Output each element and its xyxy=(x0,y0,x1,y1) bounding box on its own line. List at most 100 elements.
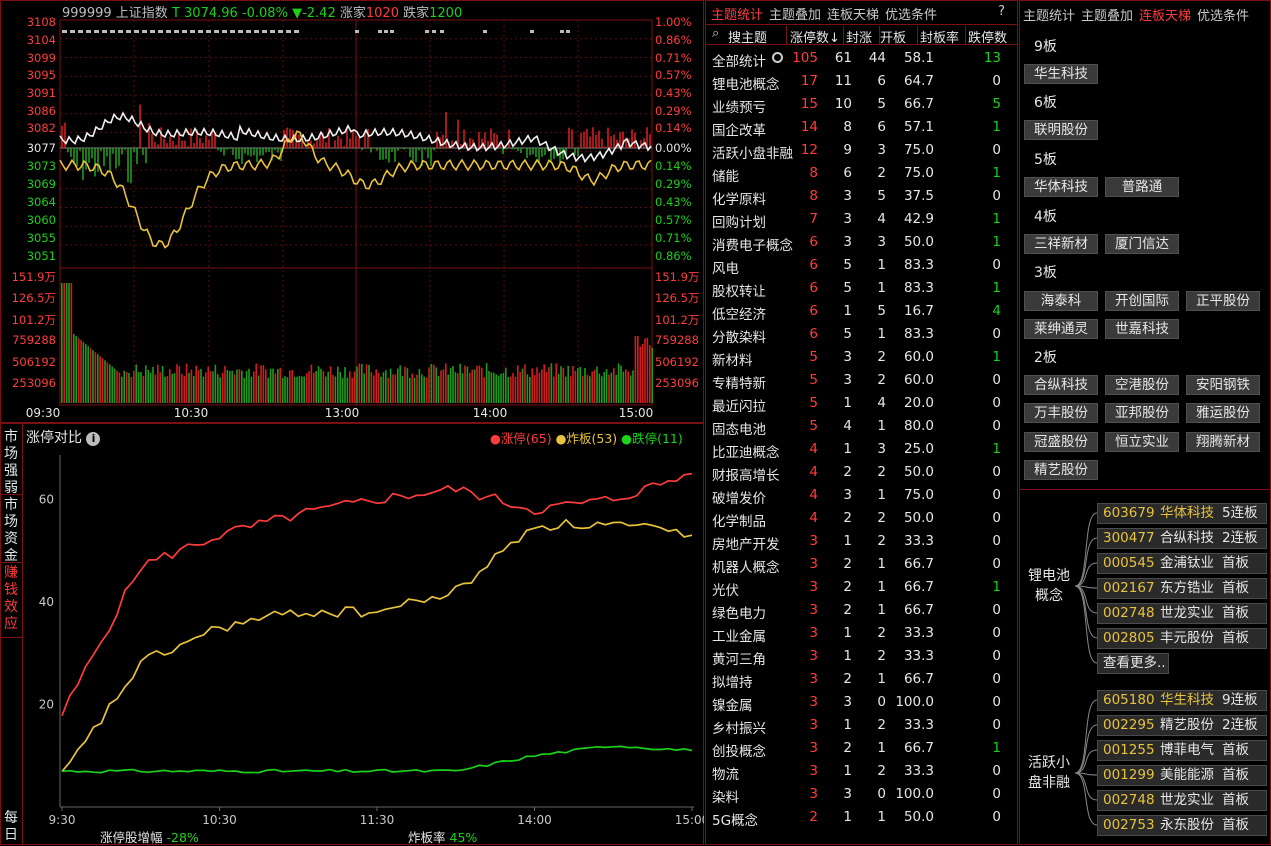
table-row[interactable]: 工业金属31233.30 xyxy=(706,622,1016,645)
table-row[interactable]: 乡村振兴31233.30 xyxy=(706,714,1016,737)
table-row[interactable]: 最近闪拉51420.00 xyxy=(706,392,1016,415)
row-cell-2: 2 xyxy=(877,510,886,526)
tree-stock-tree2[interactable]: 605180华生科技9连板 xyxy=(1097,690,1267,711)
ladder-stock-button[interactable]: 华体科技 xyxy=(1024,177,1098,197)
table-row[interactable]: 机器人概念32166.70 xyxy=(706,553,1016,576)
ladder-stock-button[interactable]: 联明股份 xyxy=(1024,120,1098,140)
volume-bar xyxy=(481,368,483,403)
ladder-stock-button[interactable]: 华生科技 xyxy=(1024,64,1098,84)
ladder-stock-button[interactable]: 厦门信达 xyxy=(1105,234,1179,254)
ladder-stock-button[interactable]: 安阳钢铁 xyxy=(1186,375,1260,395)
table-row[interactable]: 储能86275.01 xyxy=(706,162,1016,185)
mid-tab-1[interactable]: 主题叠加 xyxy=(769,8,821,23)
mid-tab-0[interactable]: 主题统计 xyxy=(711,8,763,23)
volume-bar xyxy=(119,372,121,403)
table-row[interactable]: 房地产开发31233.30 xyxy=(706,530,1016,553)
ladder-stock-button[interactable]: 万丰股份 xyxy=(1024,403,1098,423)
table-row[interactable]: 破增发价43175.00 xyxy=(706,484,1016,507)
ladder-stock-button[interactable]: 世嘉科技 xyxy=(1105,319,1179,339)
table-row[interactable]: 分散染料65183.30 xyxy=(706,323,1016,346)
table-row[interactable]: 新材料53260.01 xyxy=(706,346,1016,369)
tree-stock-tree1[interactable]: 002748世龙实业首板 xyxy=(1097,603,1267,624)
table-row[interactable]: 回购计划73442.91 xyxy=(706,208,1016,231)
search-theme[interactable]: 搜主题 xyxy=(728,27,767,46)
col-header-1[interactable]: 封涨 xyxy=(846,27,872,46)
table-row[interactable]: 镍金属330100.00 xyxy=(706,691,1016,714)
volume-bar xyxy=(313,373,315,403)
side-nav-item[interactable]: 市场强弱 xyxy=(0,427,22,495)
ladder-stock-button[interactable]: 冠盛股份 xyxy=(1024,432,1098,452)
table-row[interactable]: 拟增持32166.70 xyxy=(706,668,1016,691)
table-row[interactable]: 染料330100.00 xyxy=(706,783,1016,806)
ladder-stock-button[interactable]: 莱绅通灵 xyxy=(1024,319,1098,339)
table-row[interactable]: 5G概念21150.00 xyxy=(706,806,1016,829)
ladder-stock-button[interactable]: 普路通 xyxy=(1105,177,1179,197)
table-row[interactable]: 黄河三角31233.30 xyxy=(706,645,1016,668)
side-nav-item[interactable]: 赚钱效应 xyxy=(0,563,22,638)
tree-stock-tree1[interactable]: 002167东方锆业首板 xyxy=(1097,578,1267,599)
table-row[interactable]: 固态电池54180.00 xyxy=(706,415,1016,438)
table-row[interactable]: 化学制品42250.00 xyxy=(706,507,1016,530)
mid-tab-4[interactable]: ? xyxy=(998,4,1005,19)
volume-bar xyxy=(546,372,548,403)
table-row[interactable]: 消费电子概念63350.01 xyxy=(706,231,1016,254)
table-row[interactable]: 财报高增长42250.00 xyxy=(706,461,1016,484)
table-row[interactable]: 比亚迪概念41325.01 xyxy=(706,438,1016,461)
ladder-stock-button[interactable]: 正平股份 xyxy=(1186,291,1260,311)
table-row[interactable]: 股权转让65183.31 xyxy=(706,277,1016,300)
table-row[interactable]: 光伏32166.71 xyxy=(706,576,1016,599)
col-header-2[interactable]: 开板 xyxy=(880,27,906,46)
ladder-stock-button[interactable]: 海泰科 xyxy=(1024,291,1098,311)
intraday-chart[interactable]: 3108310430993095309130863082307730733069… xyxy=(0,0,704,423)
right-tab-1[interactable]: 主题叠加 xyxy=(1081,9,1133,24)
row-name: 黄河三角 xyxy=(712,648,766,668)
table-row[interactable]: 低空经济61516.74 xyxy=(706,300,1016,323)
table-row[interactable]: 锂电池概念1711664.70 xyxy=(706,70,1016,93)
col-header-4[interactable]: 跌停数 xyxy=(968,27,1007,46)
table-row[interactable]: 国企改革148657.11 xyxy=(706,116,1016,139)
table-row[interactable]: 业绩预亏1510566.75 xyxy=(706,93,1016,116)
ladder-stock-button[interactable]: 精艺股份 xyxy=(1024,460,1098,480)
compare-chart[interactable]: 6040209:3010:3011:3014:0015:00 xyxy=(24,445,704,830)
table-row[interactable]: 全部统计105614458.113 xyxy=(706,47,1016,70)
right-tab-2[interactable]: 连板天梯 xyxy=(1139,9,1191,24)
ladder-stock-button[interactable]: 三祥新材 xyxy=(1024,234,1098,254)
table-row[interactable]: 化学原料83537.50 xyxy=(706,185,1016,208)
tree-stock-tree2[interactable]: 002295精艺股份2连板 xyxy=(1097,715,1267,736)
tree-stock-tree2[interactable]: 002748世龙实业首板 xyxy=(1097,790,1267,811)
table-row[interactable]: 物流31233.30 xyxy=(706,760,1016,783)
mid-tab-3[interactable]: 优选条件 xyxy=(885,8,937,23)
ladder-stock-button[interactable]: 翔腾新材 xyxy=(1186,432,1260,452)
right-tab-0[interactable]: 主题统计 xyxy=(1023,9,1075,24)
volume-bar xyxy=(351,378,353,403)
side-nav-item[interactable]: 市场资金 xyxy=(0,495,22,563)
ladder-stock-button[interactable]: 恒立实业 xyxy=(1105,432,1179,452)
tree-stock-tree1[interactable]: 002805丰元股份首板 xyxy=(1097,628,1267,649)
ladder-stock-button[interactable]: 亚邦股份 xyxy=(1105,403,1179,423)
tree-stock-tree1[interactable]: 603679华体科技5连板 xyxy=(1097,503,1267,524)
tree-stock-tree1[interactable]: 300477合纵科技2连板 xyxy=(1097,528,1267,549)
ladder-stock-button[interactable]: 合纵科技 xyxy=(1024,375,1098,395)
col-header-3[interactable]: 封板率 xyxy=(920,27,959,46)
ladder-stock-button[interactable]: 开创国际 xyxy=(1105,291,1179,311)
view-more-button[interactable]: 查看更多.. xyxy=(1097,653,1169,674)
tree-stock-tree2[interactable]: 001255博菲电气首板 xyxy=(1097,740,1267,761)
table-row[interactable]: 活跃小盘非融129375.00 xyxy=(706,139,1016,162)
tree-stock-tree1[interactable]: 000545金浦钛业首板 xyxy=(1097,553,1267,574)
tree-stock-tree2[interactable]: 002753永东股份首板 xyxy=(1097,815,1267,836)
ladder-stock-button[interactable]: 空港股份 xyxy=(1105,375,1179,395)
table-row[interactable]: 创投概念32166.71 xyxy=(706,737,1016,760)
side-nav-item[interactable]: 每日 xyxy=(0,808,22,845)
table-row[interactable]: 绿色电力32166.70 xyxy=(706,599,1016,622)
col-header-0[interactable]: 涨停数↓ xyxy=(790,27,840,46)
info-icon[interactable]: i xyxy=(86,432,100,446)
search-icon[interactable]: ⌕ xyxy=(712,26,719,41)
right-tab-3[interactable]: 优选条件 xyxy=(1197,9,1249,24)
table-row[interactable]: 专精特新53260.00 xyxy=(706,369,1016,392)
ladder-stock-button[interactable]: 雅运股份 xyxy=(1186,403,1260,423)
tree-stock-tree2[interactable]: 001299美能能源首板 xyxy=(1097,765,1267,786)
table-row[interactable]: 风电65183.30 xyxy=(706,254,1016,277)
mid-tab-2[interactable]: 连板天梯 xyxy=(827,8,879,23)
row-cell-4: 0 xyxy=(992,142,1001,158)
pct-tick-right: 0.86% xyxy=(655,33,692,47)
